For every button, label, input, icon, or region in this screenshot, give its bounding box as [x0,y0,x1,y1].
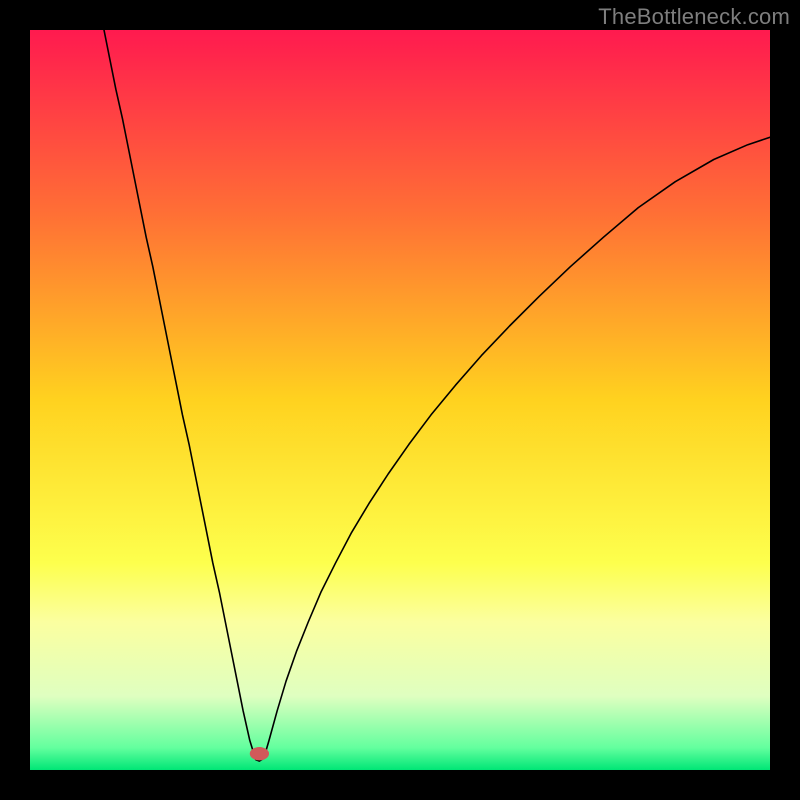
optimal-point-marker [250,747,269,760]
gradient-background [30,30,770,770]
chart-svg [30,30,770,770]
chart-frame: TheBottleneck.com [0,0,800,800]
plot-area [30,30,770,770]
watermark-text: TheBottleneck.com [598,4,790,30]
